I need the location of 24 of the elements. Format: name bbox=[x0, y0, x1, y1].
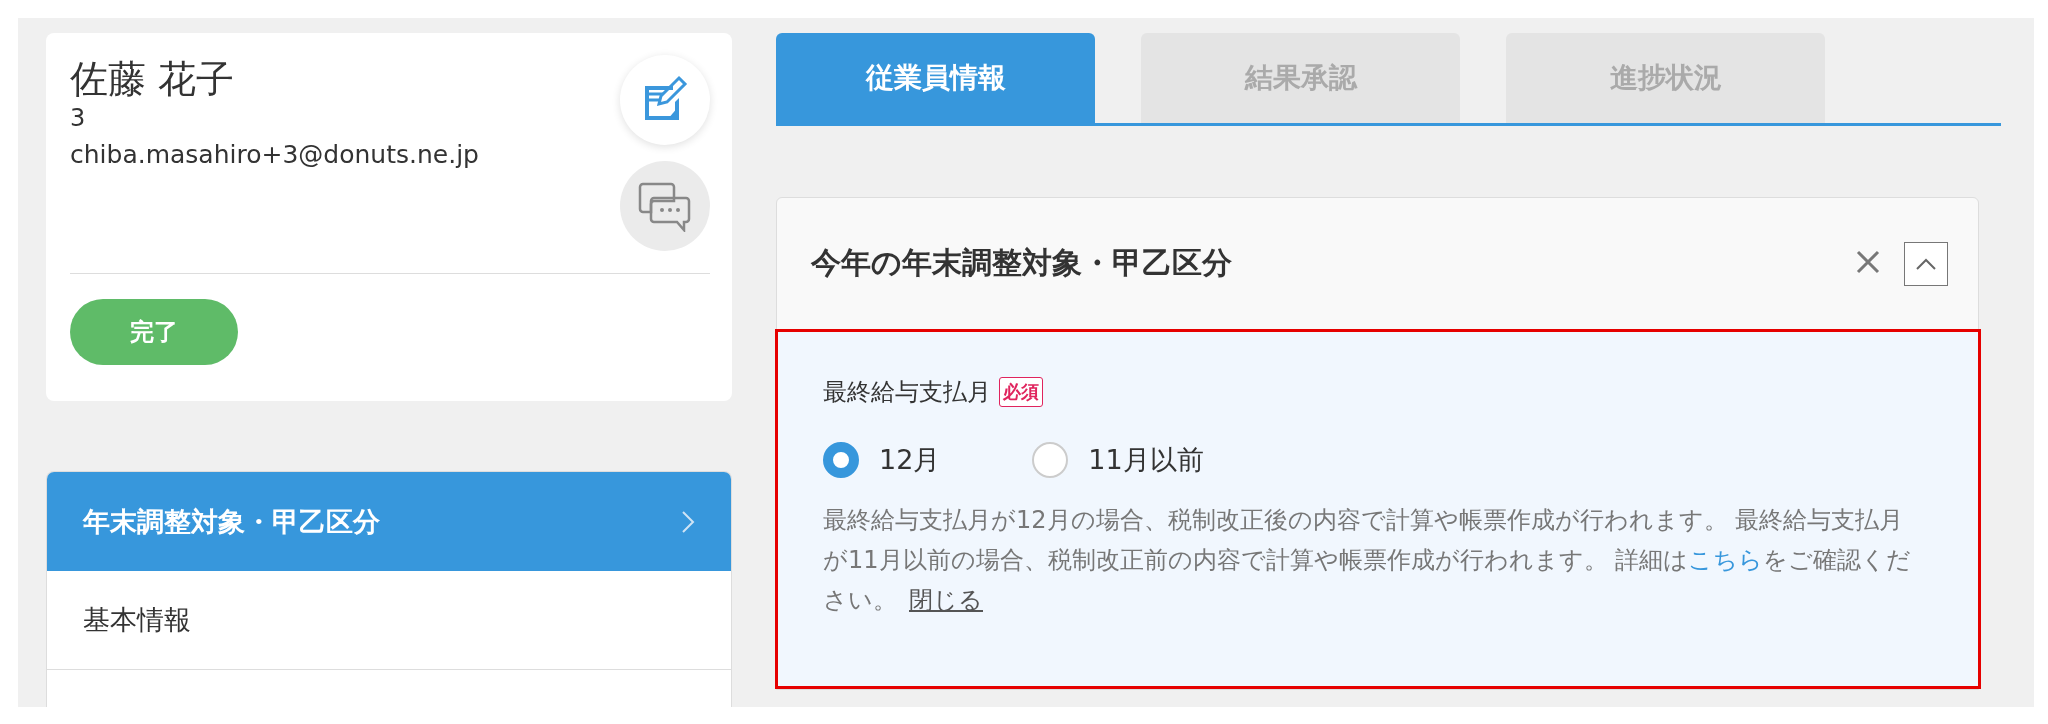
nav-item[interactable]: 基本情報 bbox=[47, 571, 731, 670]
tab[interactable]: 従業員情報 bbox=[776, 33, 1095, 123]
section-title: 今年の年末調整対象・甲乙区分 bbox=[811, 244, 1232, 282]
chat-bubbles-icon bbox=[637, 180, 693, 232]
details-link[interactable]: こちら bbox=[1688, 546, 1764, 574]
radio-button[interactable] bbox=[1032, 442, 1069, 478]
tab[interactable]: 結果承認 bbox=[1141, 33, 1460, 123]
help-text: 最終給与支払月が12月の場合、税制改正後の内容で計算や帳票作成が行われます。 最終給与支払月が11月以前の場合、税制改正前の内容で計算や帳票作成が行われます。 詳細は こちら をご確認ください。 閉じる bbox=[823, 505, 1913, 616]
chevron-up-icon bbox=[1915, 256, 1937, 271]
radio-option[interactable]: 12月 bbox=[823, 442, 941, 478]
employee-number: 3 bbox=[70, 103, 87, 133]
radio-button[interactable] bbox=[823, 442, 859, 478]
collapse-button[interactable] bbox=[1904, 241, 1948, 286]
employee-email: chiba.masahiro+3@donuts.ne.jp bbox=[70, 139, 479, 171]
field-label: 最終給与支払月 bbox=[823, 377, 991, 408]
chevron-right-icon bbox=[681, 509, 695, 534]
radio-option[interactable]: 11月以前 bbox=[1032, 442, 1204, 478]
required-badge: 必須 bbox=[999, 377, 1043, 407]
nav-item[interactable]: 年末調整対象・甲乙区分 bbox=[47, 472, 731, 571]
close-link[interactable]: 閉じる bbox=[909, 586, 983, 614]
employee-name: 佐藤 花子 bbox=[70, 56, 236, 103]
close-icon bbox=[1856, 250, 1880, 274]
status-badge: 完了 bbox=[70, 299, 238, 365]
tab[interactable]: 進捗状況 bbox=[1506, 33, 1825, 123]
